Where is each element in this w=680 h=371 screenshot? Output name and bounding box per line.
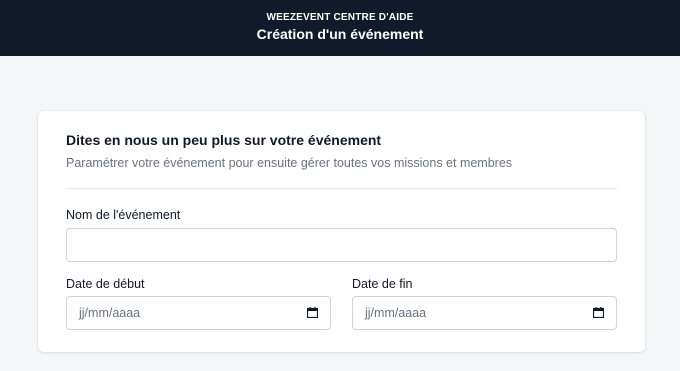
page-title: Création d'un événement <box>256 26 424 42</box>
event-name-label: Nom de l'événement <box>66 208 181 222</box>
end-date-placeholder: jj/mm/aaaa <box>365 306 427 320</box>
calendar-icon[interactable] <box>593 307 604 318</box>
card-subtitle: Paramétrer votre événement pour ensuite … <box>66 156 513 170</box>
calendar-icon[interactable] <box>307 307 318 318</box>
start-date-placeholder: jj/mm/aaaa <box>79 306 141 320</box>
start-date-input[interactable]: jj/mm/aaaa <box>66 296 331 330</box>
end-date-input[interactable]: jj/mm/aaaa <box>352 296 617 330</box>
top-header: WEEZEVENT CENTRE D'AIDE Création d'un év… <box>0 0 680 56</box>
start-date-label: Date de début <box>66 277 145 291</box>
header-kicker: WEEZEVENT CENTRE D'AIDE <box>266 12 414 23</box>
end-date-label: Date de fin <box>352 277 413 291</box>
divider <box>66 188 617 189</box>
card-title: Dites en nous un peu plus sur votre évén… <box>66 132 382 148</box>
event-name-input[interactable] <box>66 228 617 262</box>
event-form-card: Dites en nous un peu plus sur votre évén… <box>38 111 645 352</box>
